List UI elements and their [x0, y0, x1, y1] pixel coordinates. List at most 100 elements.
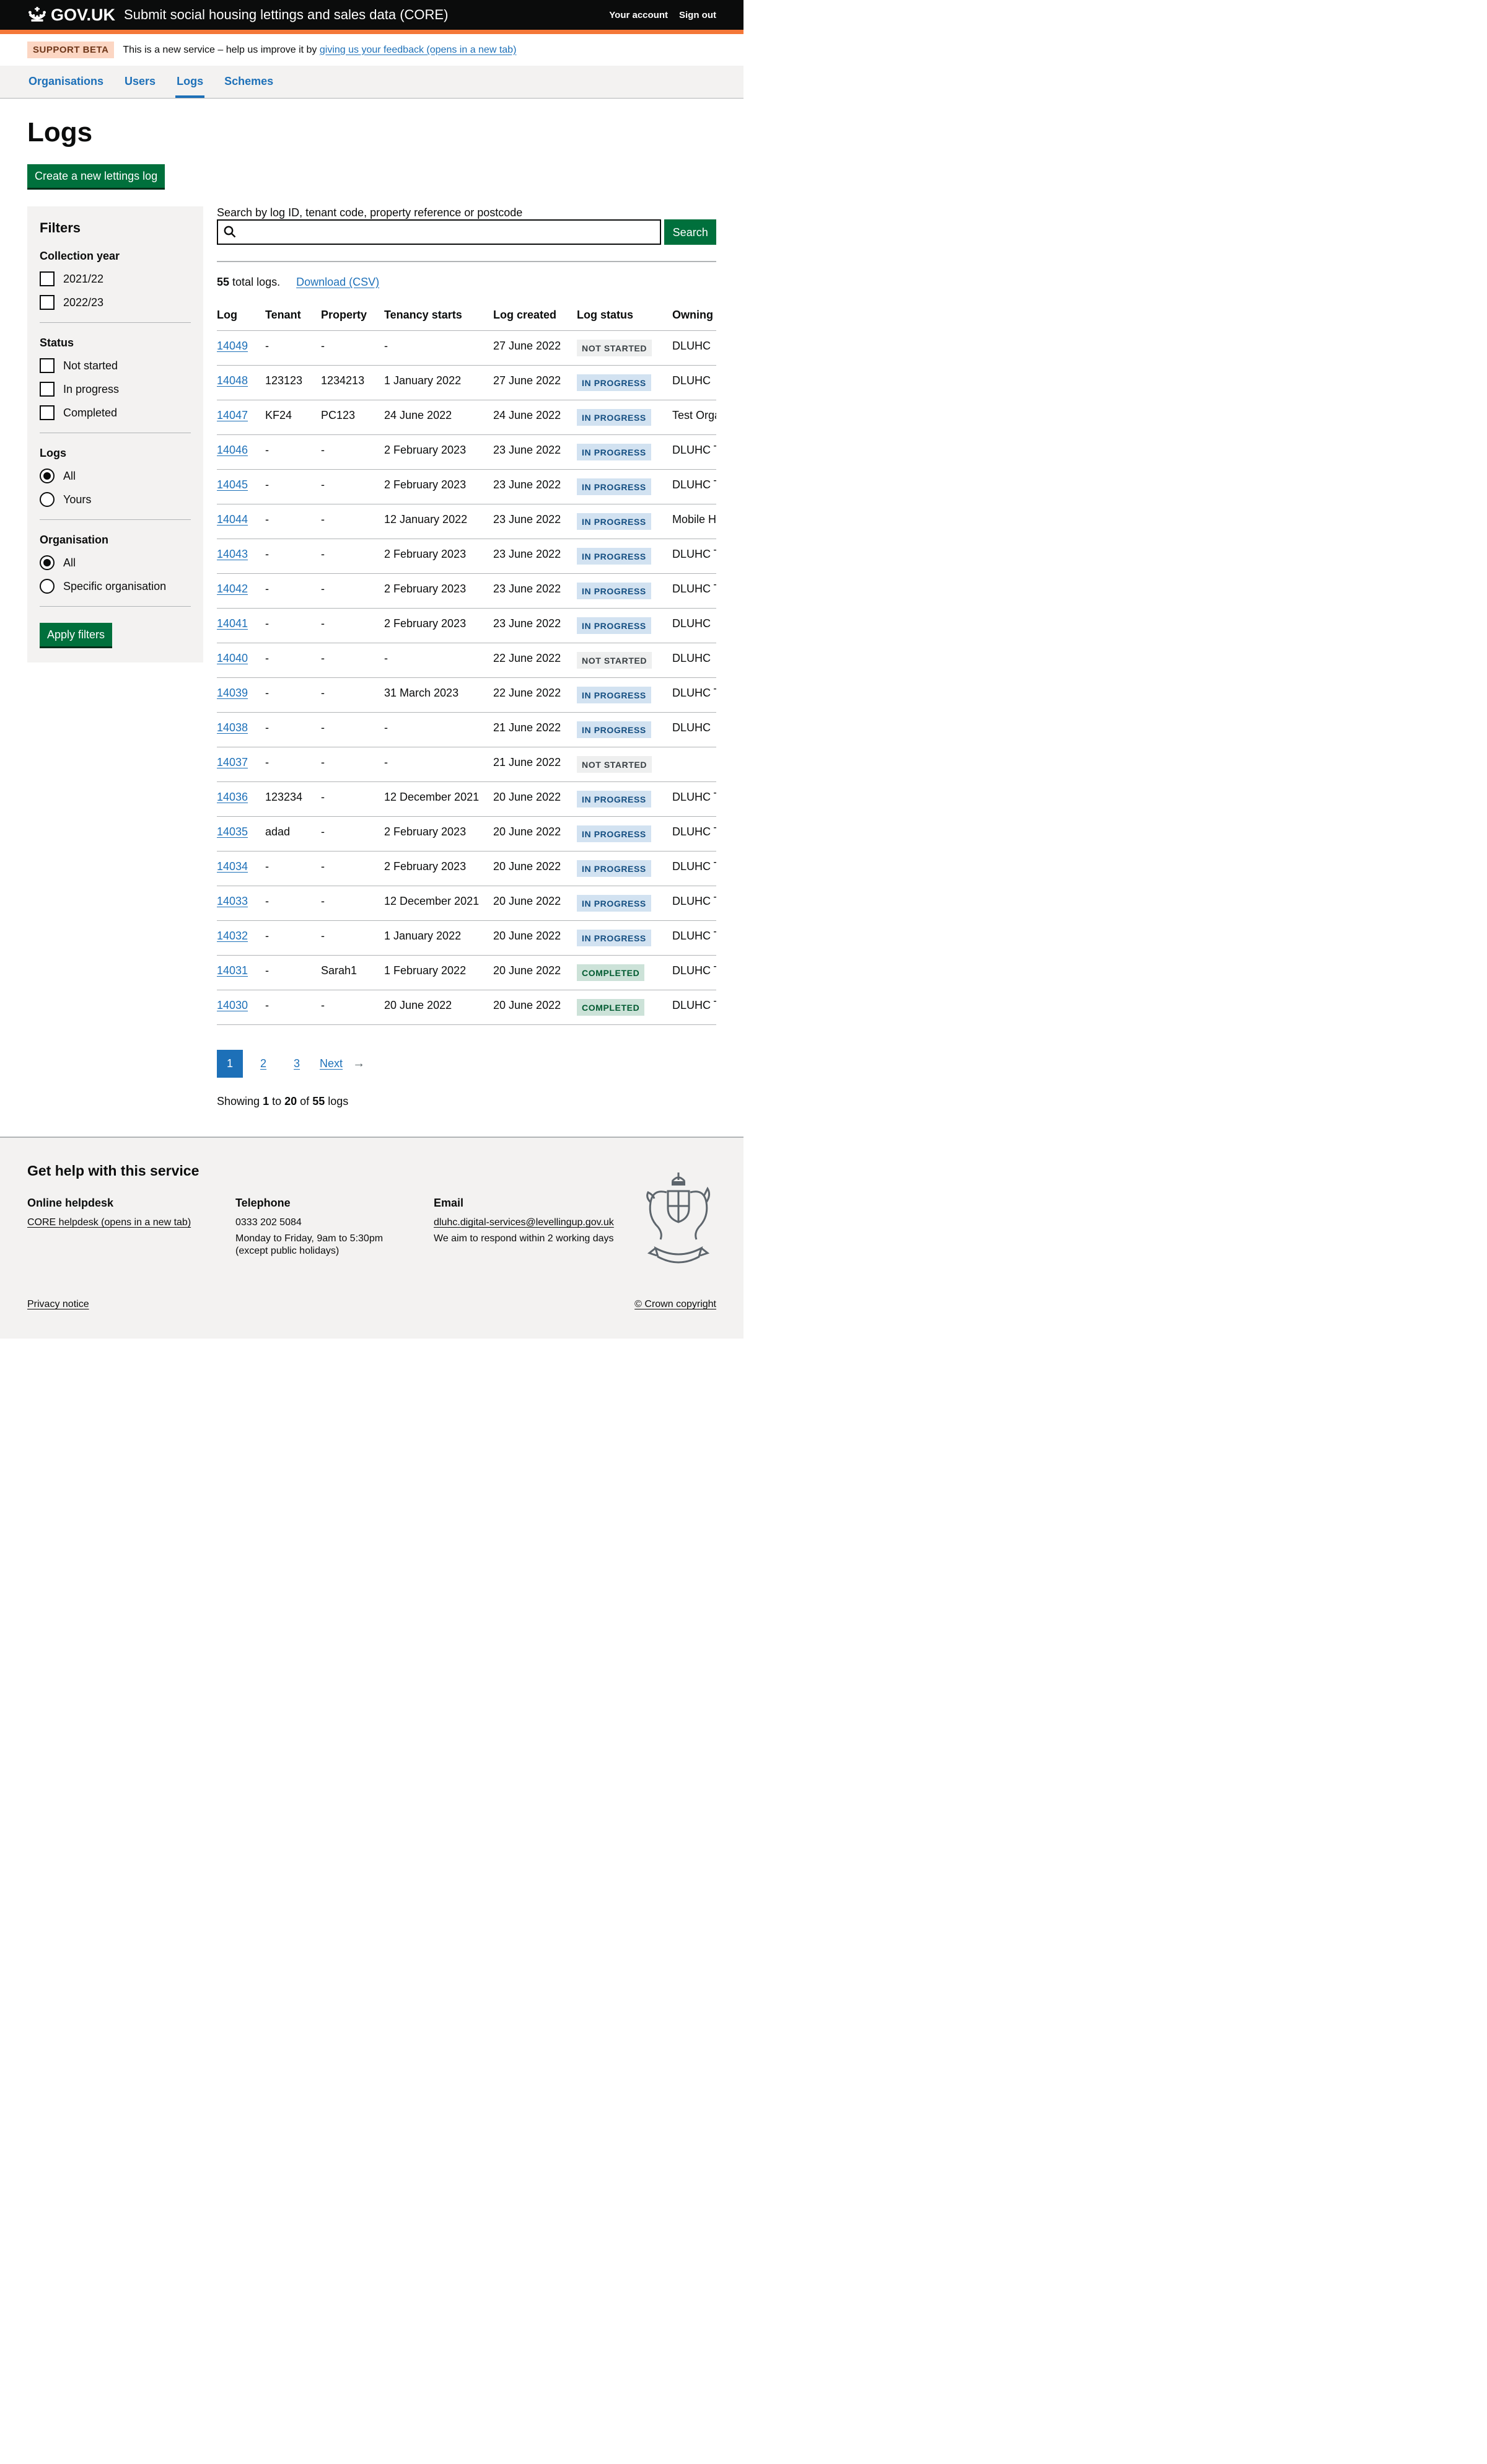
log-id-link[interactable]: 14032 [217, 930, 248, 942]
log-id-link[interactable]: 14035 [217, 825, 248, 838]
radio-label-specific-organisation[interactable]: Specific organisation [63, 580, 166, 593]
cell-tenant: - [265, 713, 321, 747]
cell-log-created: 21 June 2022 [493, 747, 577, 782]
cell-tenancy-starts: 31 March 2023 [384, 678, 493, 713]
privacy-notice-link[interactable]: Privacy notice [27, 1299, 89, 1310]
table-row: 14032--1 January 202220 June 2022IN PROG… [217, 921, 716, 956]
service-name-link[interactable]: Submit social housing lettings and sales… [124, 7, 448, 23]
radio-organisation-all[interactable] [40, 555, 55, 570]
nav-item-logs[interactable]: Logs [175, 66, 204, 98]
cell-log-status: IN PROGRESS [577, 574, 672, 609]
cell-tenant: - [265, 851, 321, 886]
checkbox-2021-22[interactable] [40, 271, 55, 286]
feedback-link[interactable]: giving us your feedback (opens in a new … [320, 45, 517, 55]
footer-telephone-column: Telephone 0333 202 5084 Monday to Friday… [235, 1197, 434, 1262]
cell-log: 14037 [217, 747, 265, 782]
cell-owning-organisation: DLUHC Tes [672, 921, 716, 956]
checkbox-label-completed[interactable]: Completed [63, 407, 117, 420]
checkbox-label-in-progress[interactable]: In progress [63, 383, 119, 396]
cell-log: 14038 [217, 713, 265, 747]
cell-log: 14033 [217, 886, 265, 921]
cell-property: Sarah1 [321, 956, 384, 990]
pagination-page-1[interactable]: 1 [217, 1050, 243, 1078]
table-row: 1404812312312342131 January 202227 June … [217, 366, 716, 400]
checkbox-in-progress[interactable] [40, 382, 55, 397]
log-id-link[interactable]: 14043 [217, 548, 248, 560]
cell-log-status: IN PROGRESS [577, 782, 672, 817]
pagination-page-3[interactable]: 3 [284, 1050, 310, 1078]
radio-label-logs-all[interactable]: All [63, 470, 76, 483]
log-id-link[interactable]: 14040 [217, 652, 248, 664]
cell-tenant: - [265, 886, 321, 921]
radio-logs-yours[interactable] [40, 492, 55, 507]
checkbox-not-started[interactable] [40, 358, 55, 373]
showing-to: 20 [284, 1095, 297, 1107]
cell-property: - [321, 435, 384, 470]
cell-log: 14040 [217, 643, 265, 678]
log-id-link[interactable]: 14038 [217, 721, 248, 734]
checkbox-completed[interactable] [40, 405, 55, 420]
log-id-link[interactable]: 14030 [217, 999, 248, 1011]
cell-tenancy-starts: 12 January 2022 [384, 504, 493, 539]
radio-label-organisation-all[interactable]: All [63, 557, 76, 570]
your-account-link[interactable]: Your account [609, 10, 668, 20]
log-id-link[interactable]: 14034 [217, 860, 248, 873]
log-status-tag: IN PROGRESS [577, 687, 651, 703]
radio-label-logs-yours[interactable]: Yours [63, 493, 91, 506]
log-status-tag: IN PROGRESS [577, 791, 651, 807]
log-id-link[interactable]: 14045 [217, 478, 248, 491]
phase-banner-text: This is a new service – help us improve … [123, 45, 516, 56]
column-header-log-status: Log status [577, 300, 672, 331]
checkbox-2022-23[interactable] [40, 295, 55, 310]
pagination-page-2[interactable]: 2 [250, 1050, 276, 1078]
cell-log-status: IN PROGRESS [577, 921, 672, 956]
search-button[interactable]: Search [664, 219, 716, 245]
nav-item-organisations[interactable]: Organisations [27, 66, 105, 98]
log-id-link[interactable]: 14049 [217, 340, 248, 352]
log-id-link[interactable]: 14048 [217, 374, 248, 387]
log-id-link[interactable]: 14046 [217, 444, 248, 456]
crown-copyright-link[interactable]: © Crown copyright [634, 1299, 716, 1310]
log-id-link[interactable]: 14039 [217, 687, 248, 699]
log-id-link[interactable]: 14041 [217, 617, 248, 630]
telephone-hours-exception: (except public holidays) [235, 1246, 434, 1257]
govuk-logo-text: GOV.UK [51, 6, 115, 25]
cell-tenant: 123234 [265, 782, 321, 817]
nav-item-schemes[interactable]: Schemes [223, 66, 274, 98]
nav-item-users[interactable]: Users [123, 66, 157, 98]
cell-property: - [321, 782, 384, 817]
core-helpdesk-link[interactable]: CORE helpdesk (opens in a new tab) [27, 1217, 191, 1228]
log-status-tag: IN PROGRESS [577, 478, 651, 495]
log-id-link[interactable]: 14037 [217, 756, 248, 768]
log-id-link[interactable]: 14042 [217, 583, 248, 595]
log-id-link[interactable]: 14044 [217, 513, 248, 526]
log-id-link[interactable]: 14033 [217, 895, 248, 907]
log-id-link[interactable]: 14047 [217, 409, 248, 421]
radio-specific-organisation[interactable] [40, 579, 55, 594]
log-status-tag: IN PROGRESS [577, 444, 651, 460]
checkbox-label-not-started[interactable]: Not started [63, 359, 118, 372]
email-address-link[interactable]: dluhc.digital-services@levellingup.gov.u… [434, 1217, 614, 1228]
log-id-link[interactable]: 14031 [217, 964, 248, 977]
cell-log-created: 23 June 2022 [493, 574, 577, 609]
create-lettings-log-button[interactable]: Create a new lettings log [27, 164, 165, 188]
govuk-home-link[interactable]: GOV.UK [27, 6, 115, 25]
search-input[interactable] [217, 219, 661, 245]
column-header-owning-organisation: Owning organisation [672, 300, 716, 331]
checkbox-label-2021-22[interactable]: 2021/22 [63, 273, 103, 286]
cell-tenancy-starts: - [384, 713, 493, 747]
download-csv-link[interactable]: Download (CSV) [296, 276, 379, 289]
showing-prefix: Showing [217, 1095, 260, 1107]
log-id-link[interactable]: 14036 [217, 791, 248, 803]
radio-logs-all[interactable] [40, 469, 55, 483]
royal-coat-of-arms-icon [642, 1170, 715, 1280]
pagination-next-link[interactable]: Next [317, 1050, 345, 1078]
footer-heading: Get help with this service [27, 1163, 716, 1179]
sign-out-link[interactable]: Sign out [679, 10, 716, 20]
apply-filters-button[interactable]: Apply filters [40, 623, 112, 646]
cell-log-created: 22 June 2022 [493, 643, 577, 678]
cell-log-created: 23 June 2022 [493, 470, 577, 504]
table-row: 14047KF24PC12324 June 202224 June 2022IN… [217, 400, 716, 435]
checkbox-label-2022-23[interactable]: 2022/23 [63, 296, 103, 309]
cell-tenant: - [265, 435, 321, 470]
